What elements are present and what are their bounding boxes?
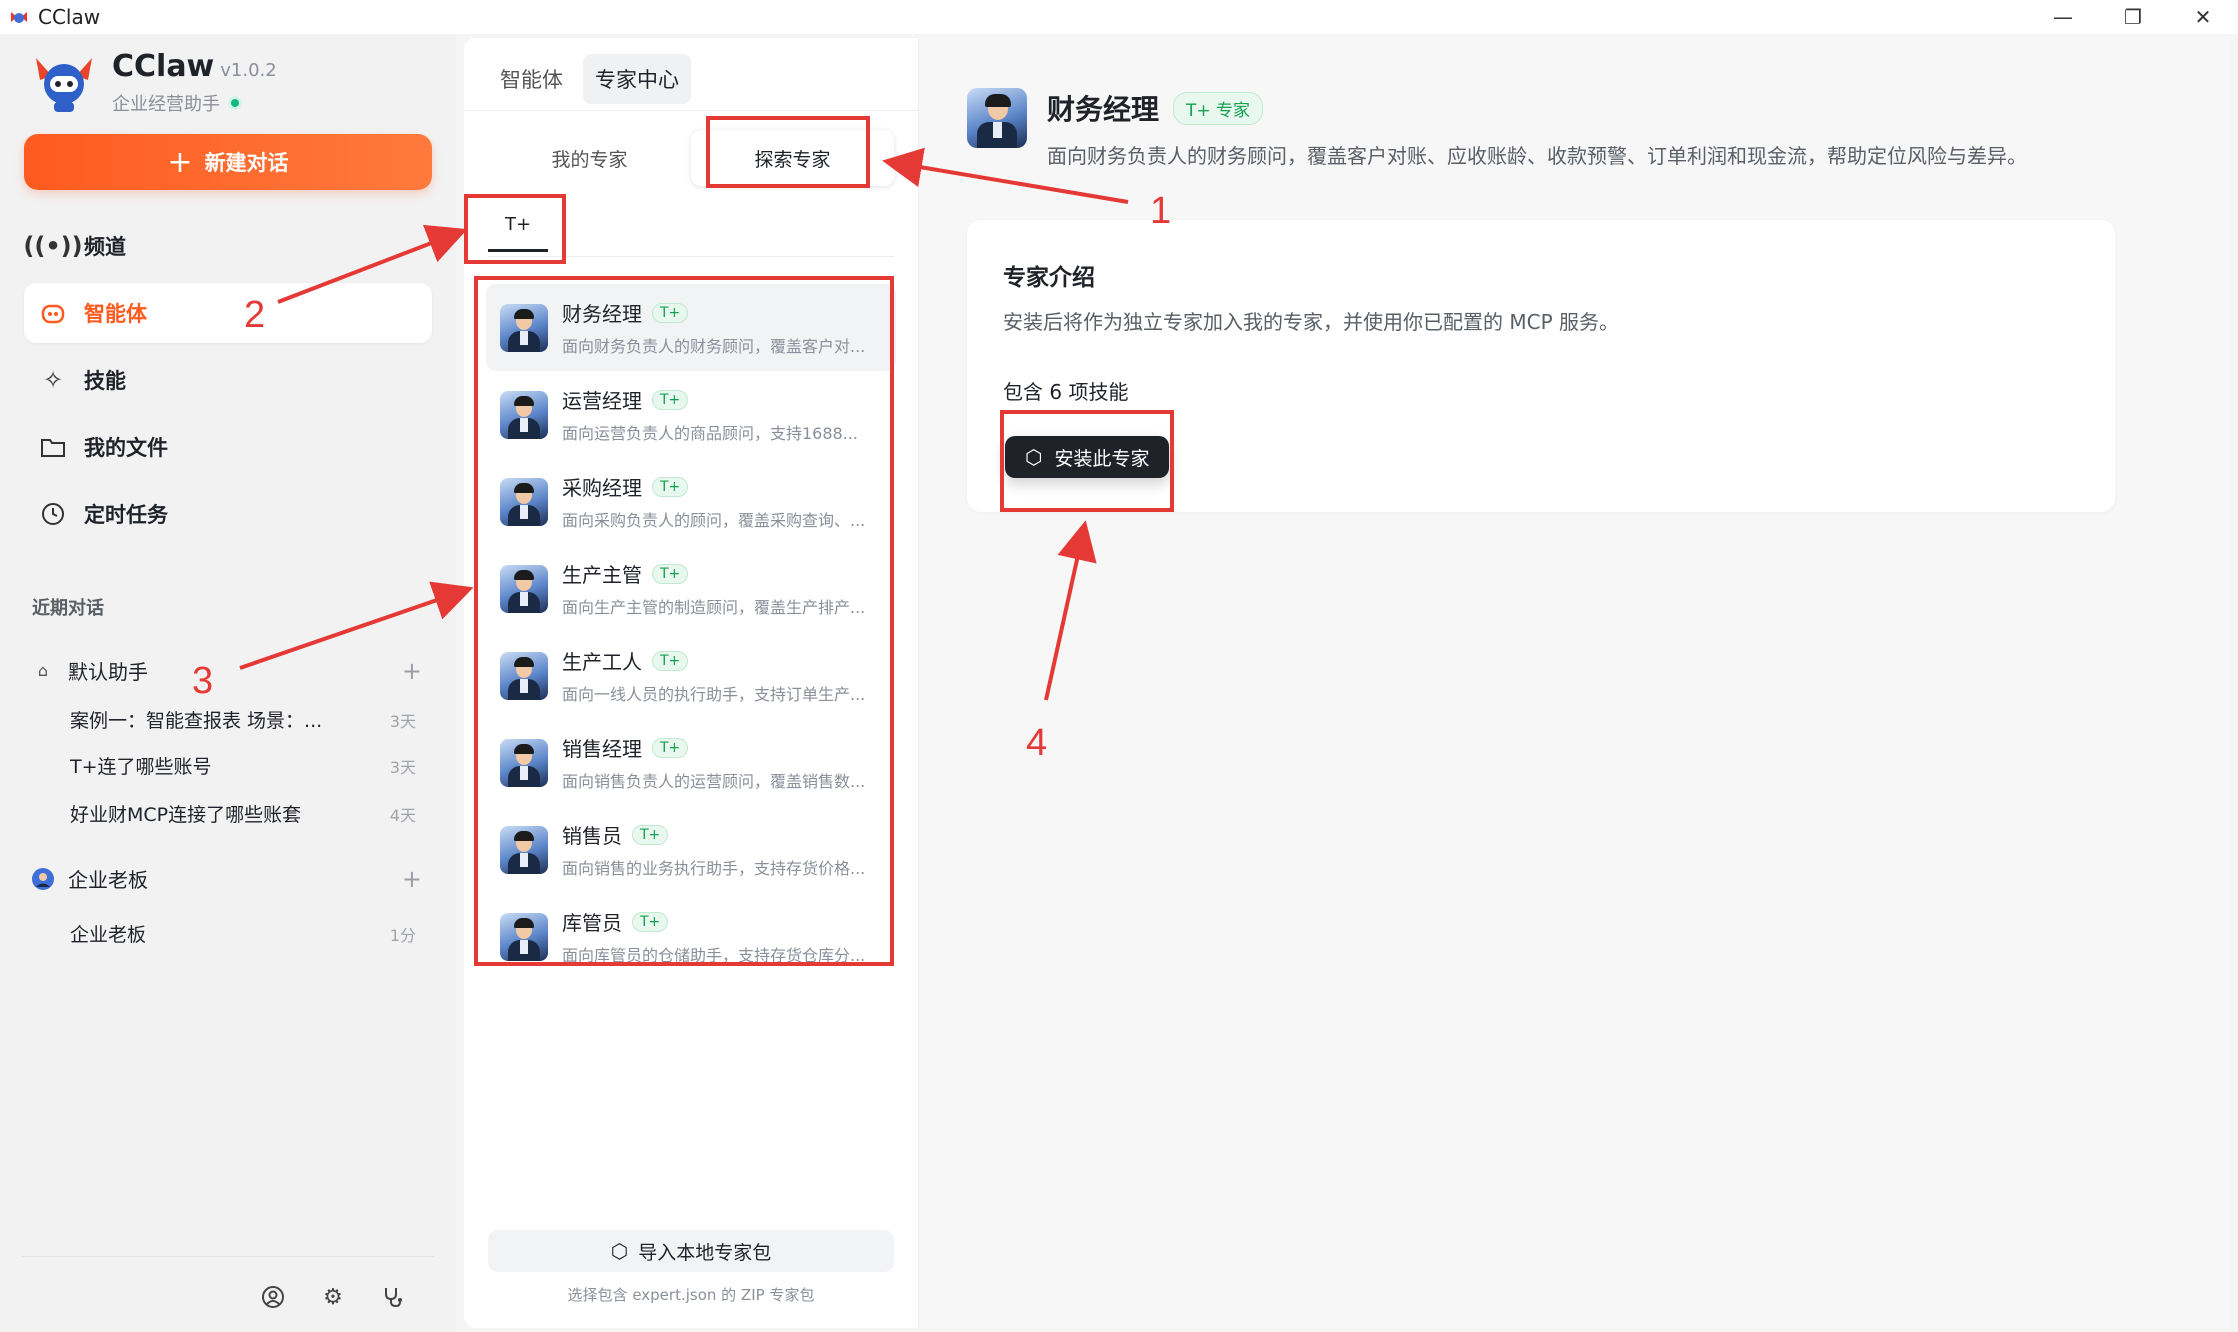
- restore-button[interactable]: ❐: [2098, 0, 2168, 34]
- sidebar-item-files[interactable]: 我的文件: [24, 417, 432, 477]
- add-chat-icon[interactable]: +: [402, 657, 422, 685]
- import-hint: 选择包含 expert.json 的 ZIP 专家包: [567, 1286, 815, 1304]
- user-icon[interactable]: [258, 1282, 288, 1312]
- window-title: CClaw: [38, 5, 101, 29]
- intro-text: 安装后将作为独立专家加入我的专家，并使用你已配置的 MCP 服务。: [1003, 310, 1619, 334]
- logo-icon: [30, 48, 98, 116]
- chat-title: 案例一：智能查报表 场景：...: [70, 710, 323, 732]
- close-button[interactable]: ✕: [2168, 0, 2238, 34]
- annotation-box: [706, 116, 870, 188]
- divider: [464, 110, 918, 111]
- annotation-box: [464, 194, 566, 264]
- chat-time: 1分: [389, 925, 416, 945]
- recent-chat[interactable]: T+连了哪些账号 3天: [70, 752, 422, 779]
- annotation-number: 3: [192, 660, 214, 702]
- broadcast-icon: ((•)): [23, 232, 83, 260]
- sidebar-item-scheduled[interactable]: 定时任务: [24, 484, 432, 544]
- app-icon: [8, 6, 30, 28]
- new-chat-label: 新建对话: [204, 151, 289, 175]
- group-name: 默认助手: [68, 660, 148, 684]
- tab-expert-center[interactable]: 专家中心: [583, 54, 691, 104]
- avatar: [32, 867, 54, 890]
- recent-label: 近期对话: [32, 598, 104, 619]
- sidebar-item-agents[interactable]: 智能体: [24, 283, 432, 343]
- expert-detail-panel: 财务经理 T+ 专家 面向财务负责人的财务顾问，覆盖客户对账、应收账龄、收款预警…: [918, 38, 2230, 1328]
- sidebar-item-label: 频道: [84, 235, 126, 259]
- sidebar: CClaw v1.0.2 企业经营助手 + 新建对话 ((•)) 频道 智能体 ✧…: [0, 34, 456, 1332]
- sidebar-divider: [22, 1256, 434, 1257]
- annotation-number: 1: [1150, 190, 1172, 232]
- chat-title: 企业老板: [70, 924, 147, 946]
- chat-title: T+连了哪些账号: [70, 756, 212, 778]
- settings-icon[interactable]: ⚙: [318, 1282, 348, 1312]
- recent-chat[interactable]: 案例一：智能查报表 场景：... 3天: [70, 706, 422, 733]
- segment-my-experts[interactable]: 我的专家: [488, 130, 691, 186]
- stethoscope-icon[interactable]: [378, 1282, 408, 1312]
- recent-chat[interactable]: 企业老板 1分: [70, 920, 422, 947]
- minimize-button[interactable]: —: [2028, 0, 2098, 34]
- expert-badge: T+ 专家: [1173, 91, 1264, 125]
- page-title: 财务经理: [1047, 93, 1160, 126]
- sidebar-item-label: 智能体: [84, 302, 147, 326]
- group-name: 企业老板: [68, 868, 148, 892]
- sidebar-footer: ⚙: [258, 1282, 438, 1312]
- robot-icon: [38, 298, 68, 328]
- annotation-number: 4: [1026, 722, 1048, 764]
- chat-title: 好业财MCP连接了哪些账套: [70, 804, 302, 826]
- expert-description: 面向财务负责人的财务顾问，覆盖客户对账、应收账龄、收款预警、订单利润和现金流，帮…: [1047, 144, 2027, 168]
- sidebar-item-skills[interactable]: ✧ 技能: [24, 350, 432, 410]
- sidebar-item-label: 定时任务: [84, 503, 168, 527]
- annotation-box: [474, 276, 894, 966]
- sidebar-item-label: 我的文件: [84, 436, 168, 460]
- brand-version: v1.0.2: [220, 59, 277, 81]
- avatar: [967, 88, 1027, 148]
- sidebar-item-channels[interactable]: ((•)) 频道: [23, 216, 432, 276]
- intro-title: 专家介绍: [1003, 265, 1095, 291]
- new-chat-button[interactable]: + 新建对话: [24, 134, 432, 190]
- recent-group-default[interactable]: ⌂ 默认助手 +: [32, 656, 422, 685]
- recent-chat[interactable]: 好业财MCP连接了哪些账套 4天: [70, 800, 422, 827]
- brand-subtitle: 企业经营助手: [112, 93, 220, 115]
- sparkle-icon: ✧: [42, 366, 64, 394]
- clock-icon: [38, 499, 68, 529]
- chat-time: 4天: [389, 805, 416, 825]
- folder-icon: [38, 432, 68, 462]
- skills-count: 包含 6 项技能: [1003, 380, 1129, 404]
- chat-time: 3天: [389, 711, 416, 731]
- recent-group-boss[interactable]: 企业老板 +: [32, 864, 422, 893]
- brand: CClaw v1.0.2 企业经营助手: [30, 48, 277, 116]
- robot-icon: ⌂: [37, 661, 49, 680]
- title-bar: CClaw — ❐ ✕: [0, 0, 2238, 34]
- import-label: 导入本地专家包: [638, 1241, 772, 1264]
- tab-agents[interactable]: 智能体: [488, 54, 575, 104]
- add-chat-icon[interactable]: +: [402, 865, 422, 893]
- package-icon: ⬡: [610, 1239, 629, 1263]
- import-expert-button[interactable]: ⬡ 导入本地专家包: [488, 1230, 894, 1272]
- chat-time: 3天: [389, 757, 416, 777]
- annotation-box: [1000, 410, 1174, 512]
- status-dot: [228, 95, 242, 110]
- plus-icon: +: [167, 144, 193, 180]
- sidebar-item-label: 技能: [84, 369, 126, 393]
- brand-name: CClaw: [112, 48, 215, 84]
- annotation-number: 2: [244, 294, 266, 336]
